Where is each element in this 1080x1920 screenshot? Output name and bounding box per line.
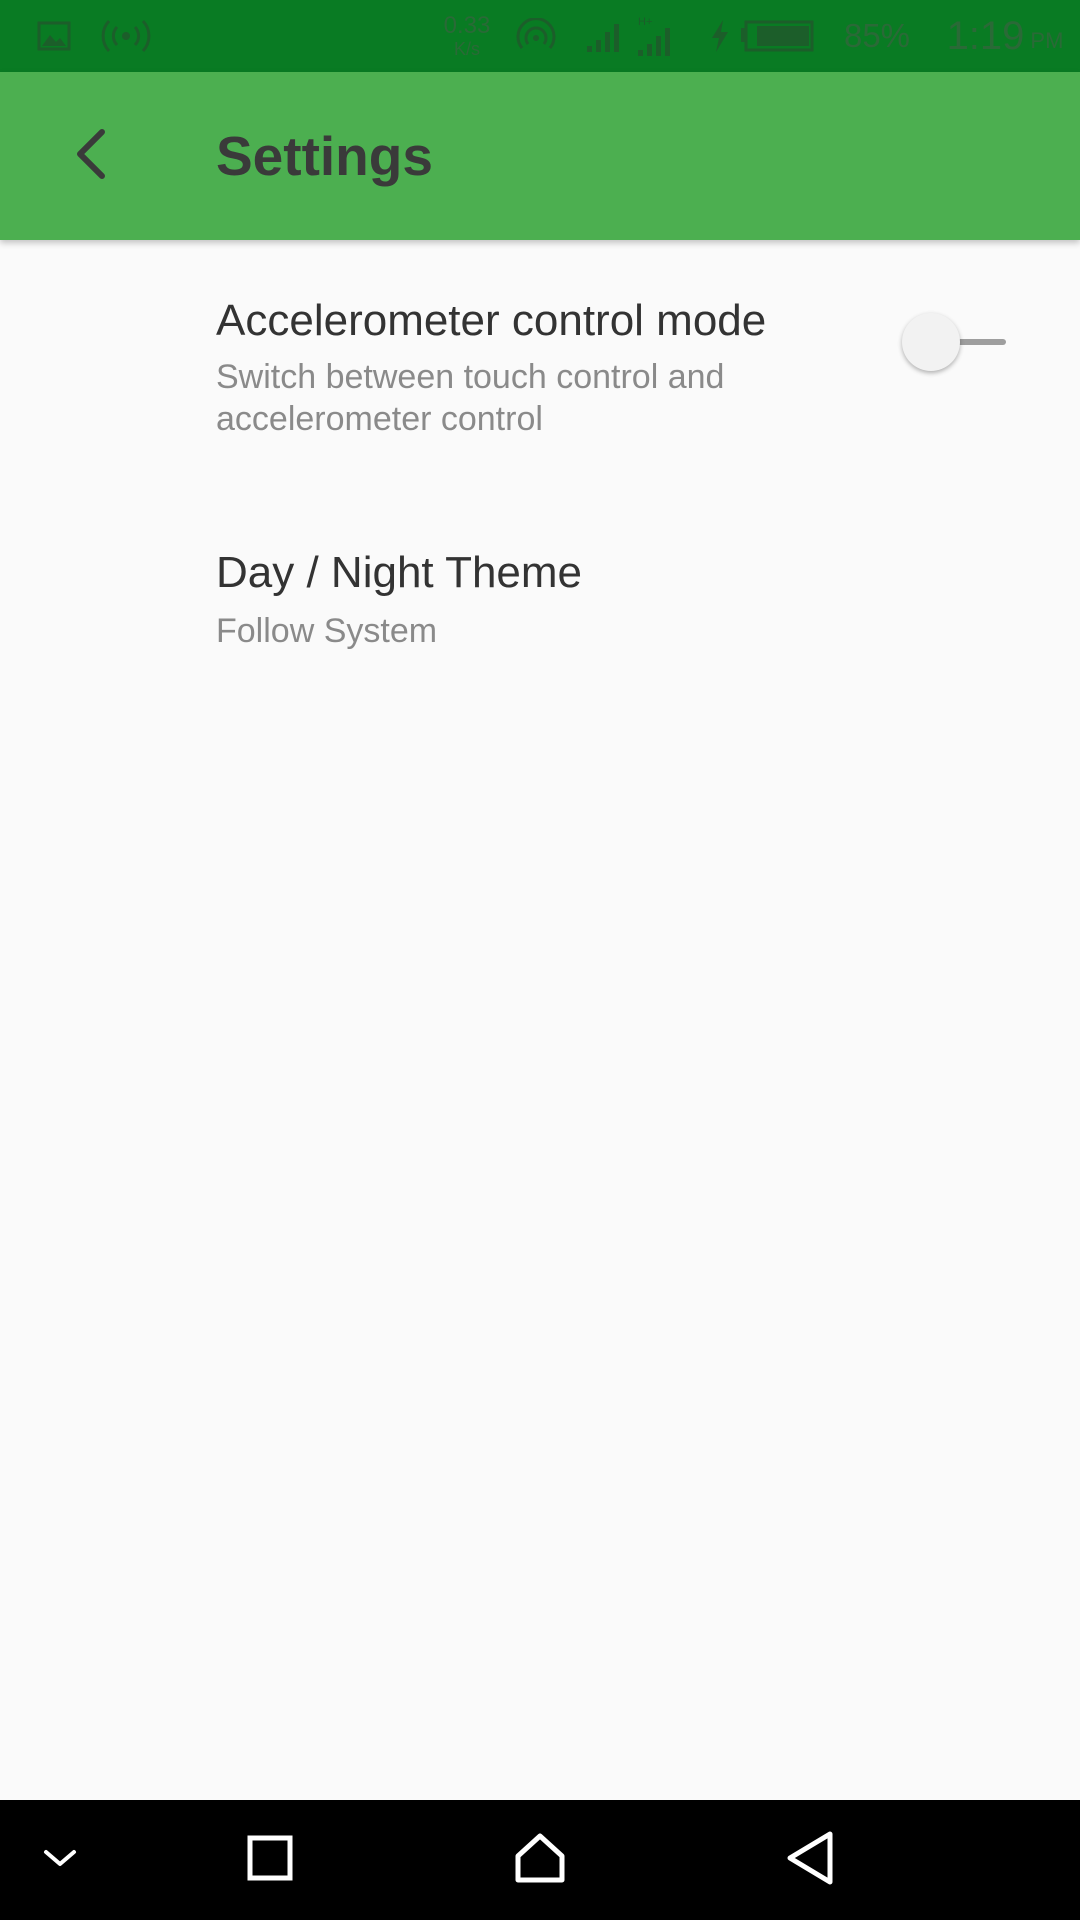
clock-ampm: PM <box>1030 28 1064 53</box>
clock: 1:19 PM <box>930 0 1080 72</box>
pref-title: Day / Night Theme <box>216 548 583 597</box>
back-nav-button[interactable] <box>750 1800 870 1920</box>
page-title: Settings <box>216 125 433 187</box>
recents-button[interactable] <box>210 1800 330 1920</box>
network-speed: 0.33 K/s <box>436 0 498 72</box>
navigation-bar <box>0 1800 1080 1920</box>
accelerometer-toggle-switch[interactable] <box>900 310 1010 376</box>
clock-time: 1:19 <box>946 13 1025 58</box>
pref-accelerometer-control-mode[interactable]: Accelerometer control mode Switch betwee… <box>0 240 1080 472</box>
status-bar: 0.33 K/s H+ 85% 1:19 PM <box>0 0 1080 72</box>
cell-signal-2-icon: H+ <box>634 0 680 72</box>
home-button[interactable] <box>480 1800 600 1920</box>
pref-summary: Switch between touch control and acceler… <box>216 358 725 438</box>
recents-square-icon <box>246 1834 294 1887</box>
pref-summary: Follow System <box>216 612 438 650</box>
svg-text:H+: H+ <box>638 16 652 28</box>
back-button[interactable] <box>44 108 140 204</box>
wifi-icon <box>514 0 558 72</box>
hotspot-icon <box>98 0 154 72</box>
home-icon <box>514 1832 566 1889</box>
gallery-notification-icon <box>34 0 74 72</box>
toggle-thumb <box>902 313 960 371</box>
network-speed-value: 0.33 <box>443 12 491 39</box>
back-triangle-icon <box>784 1830 836 1891</box>
cell-signal-1-icon <box>582 0 628 72</box>
network-speed-unit: K/s <box>453 39 480 59</box>
app-bar: Settings <box>0 72 1080 240</box>
hide-nav-button[interactable] <box>0 1800 120 1920</box>
pref-day-night-theme[interactable]: Day / Night Theme Follow System <box>0 500 1080 670</box>
hide-nav-chevron-icon <box>40 1846 80 1875</box>
pref-title: Accelerometer control mode <box>216 296 767 345</box>
battery-percent: 85% <box>843 17 911 54</box>
charging-bolt-icon <box>706 0 734 72</box>
chevron-left-icon <box>72 128 112 185</box>
battery-icon <box>738 0 818 72</box>
